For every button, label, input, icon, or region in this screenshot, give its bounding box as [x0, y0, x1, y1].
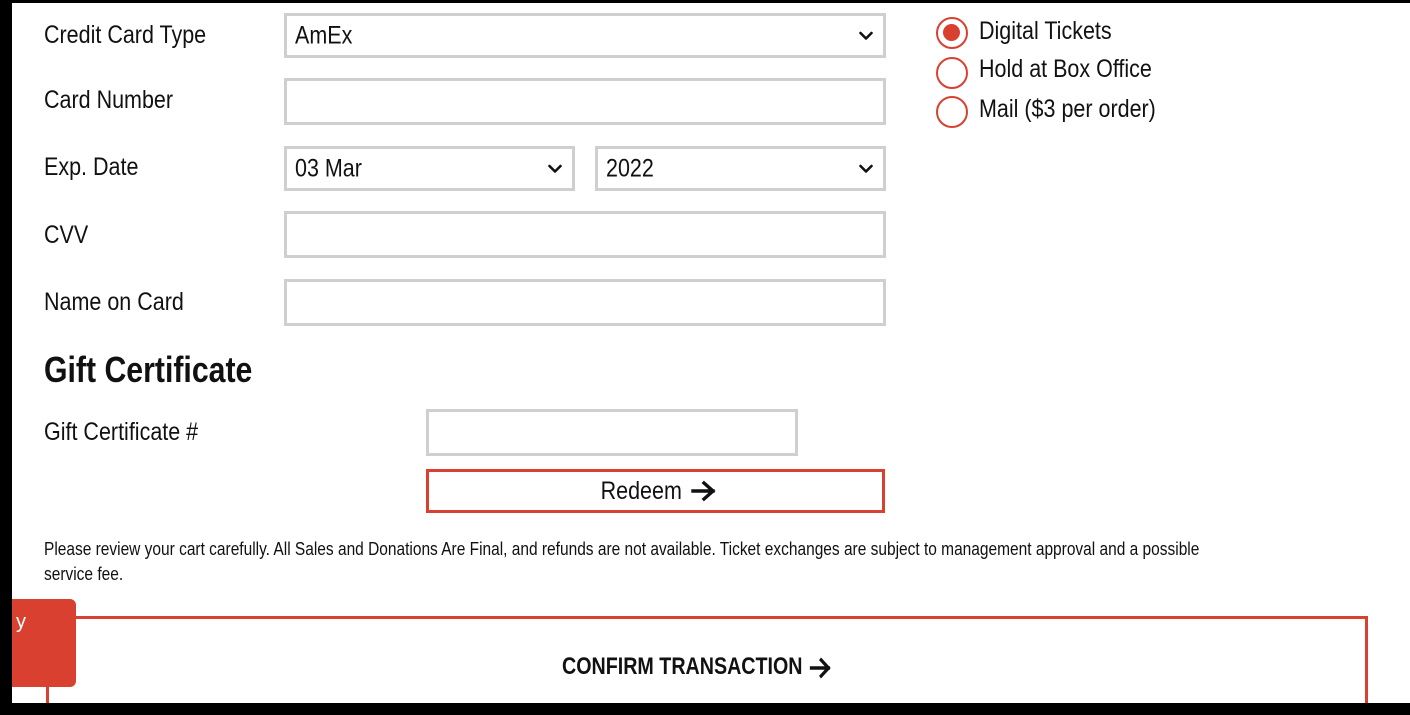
- card-type-value: AmEx: [295, 21, 353, 49]
- chevron-down-icon: [548, 164, 562, 173]
- exp-month-select[interactable]: 03 Mar: [284, 146, 575, 191]
- chevron-down-icon: [859, 164, 873, 173]
- gift-certificate-label: Gift Certificate #: [44, 418, 199, 446]
- arrow-right-icon: [809, 657, 831, 679]
- disclaimer-text: Please review your cart carefully. All S…: [44, 539, 1200, 584]
- arrow-right-icon: [691, 480, 716, 502]
- checkout-panel: Credit Card Type AmEx Card Number Exp. D…: [12, 3, 1410, 703]
- card-number-label: Card Number: [44, 86, 174, 114]
- radio-selected-dot: [943, 24, 960, 41]
- card-type-label: Credit Card Type: [44, 21, 207, 49]
- delivery-option-label: Mail ($3 per order): [979, 95, 1156, 123]
- side-tab-label: y: [16, 611, 26, 633]
- delivery-option-label: Hold at Box Office: [979, 55, 1152, 83]
- radio-mail[interactable]: [936, 96, 968, 128]
- redeem-button-label: Redeem: [600, 476, 683, 505]
- radio-hold-at-box-office[interactable]: [936, 57, 968, 89]
- chevron-down-icon: [859, 31, 873, 40]
- exp-year-value: 2022: [606, 154, 654, 182]
- exp-month-value: 03 Mar: [295, 154, 362, 182]
- side-tab-button[interactable]: y: [12, 599, 76, 687]
- name-on-card-field[interactable]: [284, 279, 886, 326]
- exp-date-label: Exp. Date: [44, 153, 139, 181]
- gift-certificate-field[interactable]: [426, 409, 798, 456]
- card-number-field[interactable]: [284, 78, 886, 125]
- exp-year-select[interactable]: 2022: [595, 146, 886, 191]
- delivery-option-label: Digital Tickets: [979, 17, 1112, 45]
- redeem-button[interactable]: Redeem: [426, 469, 885, 513]
- card-type-select[interactable]: AmEx: [284, 13, 886, 58]
- name-on-card-label: Name on Card: [44, 288, 184, 316]
- cvv-label: CVV: [44, 221, 89, 249]
- confirm-transaction-text: CONFIRM TRANSACTION: [562, 653, 803, 680]
- confirm-transaction-label: CONFIRM TRANSACTION: [562, 653, 833, 681]
- gift-certificate-heading: Gift Certificate: [44, 349, 253, 390]
- radio-digital-tickets[interactable]: [936, 17, 968, 49]
- cvv-field[interactable]: [284, 211, 886, 258]
